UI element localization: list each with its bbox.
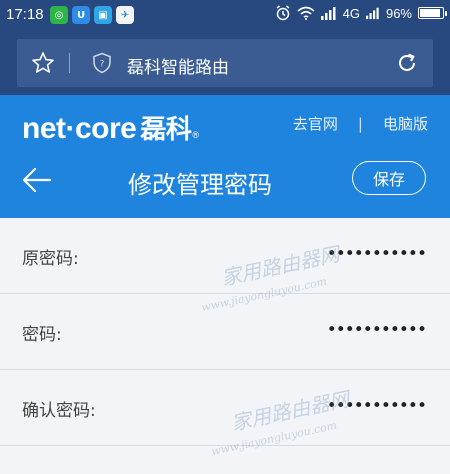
old-password-row[interactable]: 原密码: ••••••••••• [0,218,450,294]
scan-icon: ▣ [94,6,112,24]
bookmark-star-icon[interactable] [31,51,55,75]
reload-icon[interactable] [395,51,419,75]
battery-icon [418,7,447,19]
new-password-label: 密码: [22,325,62,345]
desktop-version-link[interactable]: 电脑版 [383,113,428,134]
battery-percent: 96% [385,5,412,21]
status-app-icons: ◎ U ▣ ✈ [50,6,134,24]
form-filler [0,446,450,474]
network-type: 4G [342,5,360,21]
confirm-password-row[interactable]: 确认密码: ••••••••••• [0,370,450,446]
header-links: 去官网 | 电脑版 [293,113,428,134]
wifi-icon [297,6,315,20]
status-bar: 17:18 ◎ U ▣ ✈ 4G 96% [0,0,450,31]
app-u-icon: U [72,6,90,24]
url-title[interactable]: 磊科智能路由 [127,53,229,78]
link-separator: | [357,114,363,133]
netcore-logo: net·core 磊科 ® [22,109,199,146]
registered-mark-icon: ® [192,130,199,140]
address-divider [69,53,70,73]
address-bar[interactable]: ? 磊科智能路由 [17,39,433,87]
old-password-label: 原密码: [22,249,79,269]
status-time: 17:18 [6,6,44,23]
new-password-field[interactable]: ••••••••••• [327,320,427,340]
signal-icon [320,7,336,20]
old-password-field[interactable]: ••••••••••• [327,244,427,264]
browser-toolbar: ? 磊科智能路由 [0,31,450,95]
logo-text: net·core [22,112,137,145]
svg-text:?: ? [100,60,105,70]
status-right-cluster: 4G 96% [275,5,447,21]
security-shield-icon[interactable]: ? [91,52,113,74]
signal-icon-2 [365,7,379,20]
save-button[interactable]: 保存 [352,161,426,195]
wechat-icon: ◎ [50,6,68,24]
confirm-password-field[interactable]: ••••••••••• [327,396,427,416]
official-site-link[interactable]: 去官网 [293,113,338,134]
app-header: net·core 磊科 ® 去官网 | 电脑版 修改管理密码 保存 [0,95,450,218]
alarm-icon [276,5,290,21]
travel-app-icon: ✈ [116,6,134,24]
new-password-row[interactable]: 密码: ••••••••••• [0,294,450,370]
password-form: 原密码: ••••••••••• 密码: ••••••••••• 确认密码: •… [0,218,450,474]
logo-cn: 磊科 [140,114,192,144]
page-title: 修改管理密码 [128,171,272,199]
confirm-password-label: 确认密码: [22,401,96,421]
